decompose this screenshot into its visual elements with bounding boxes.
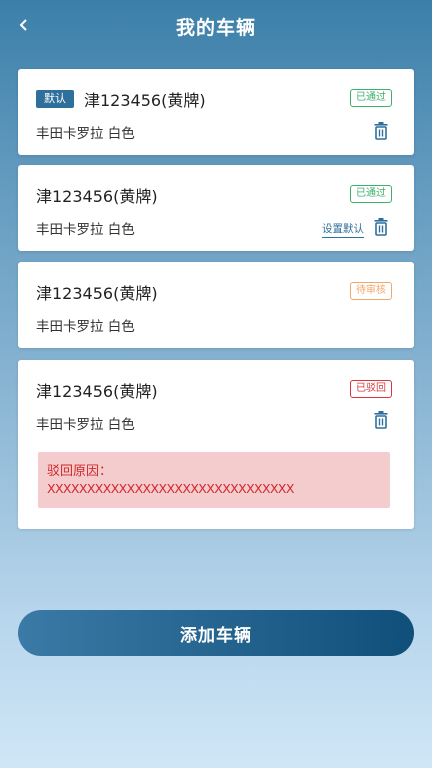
default-badge: 默认 — [36, 90, 74, 108]
plate-row: 津123456(黄牌) — [36, 280, 158, 304]
status-badge: 待审核 — [350, 282, 392, 300]
vehicle-card[interactable]: 津123456(黄牌) 已通过 丰田卡罗拉 白色 设置默认 — [18, 165, 414, 251]
vehicle-card[interactable]: 津123456(黄牌) 已驳回 丰田卡罗拉 白色 驳回原因： XXXXXXXXX… — [18, 360, 414, 529]
plate-number: 津123456(黄牌) — [36, 284, 158, 303]
add-vehicle-button[interactable]: 添加车辆 — [18, 610, 414, 656]
reject-reason-box: 驳回原因： XXXXXXXXXXXXXXXXXXXXXXXXXXXXXXX — [38, 452, 390, 508]
reject-reason-text: XXXXXXXXXXXXXXXXXXXXXXXXXXXXXXX — [47, 481, 294, 496]
chevron-left-icon — [19, 19, 27, 31]
plate-number: 津123456(黄牌) — [84, 91, 206, 110]
status-badge: 已通过 — [350, 185, 392, 203]
page-title: 我的车辆 — [175, 16, 256, 39]
trash-icon[interactable] — [374, 411, 388, 429]
vehicle-card[interactable]: 默认 津123456(黄牌) 已通过 丰田卡罗拉 白色 — [18, 69, 414, 155]
status-badge: 已通过 — [350, 89, 392, 107]
status-badge: 已驳回 — [350, 380, 392, 398]
plate-number: 津123456(黄牌) — [36, 187, 158, 206]
vehicle-model: 丰田卡罗拉 白色 — [36, 126, 135, 142]
top-bar: 我的车辆 — [0, 0, 432, 52]
reject-reason-label: 驳回原因： — [47, 464, 113, 479]
vehicle-model: 丰田卡罗拉 白色 — [36, 319, 135, 335]
plate-row: 默认 津123456(黄牌) — [36, 87, 206, 111]
plate-number: 津123456(黄牌) — [36, 382, 158, 401]
back-button[interactable] — [12, 10, 36, 40]
vehicle-model: 丰田卡罗拉 白色 — [36, 417, 135, 433]
plate-row: 津123456(黄牌) — [36, 378, 158, 402]
vehicle-model: 丰田卡罗拉 白色 — [36, 222, 135, 238]
plate-row: 津123456(黄牌) — [36, 183, 158, 207]
vehicle-card[interactable]: 津123456(黄牌) 待审核 丰田卡罗拉 白色 — [18, 262, 414, 348]
trash-icon[interactable] — [374, 122, 388, 140]
trash-icon[interactable] — [374, 218, 388, 236]
set-default-button[interactable]: 设置默认 — [322, 221, 364, 238]
